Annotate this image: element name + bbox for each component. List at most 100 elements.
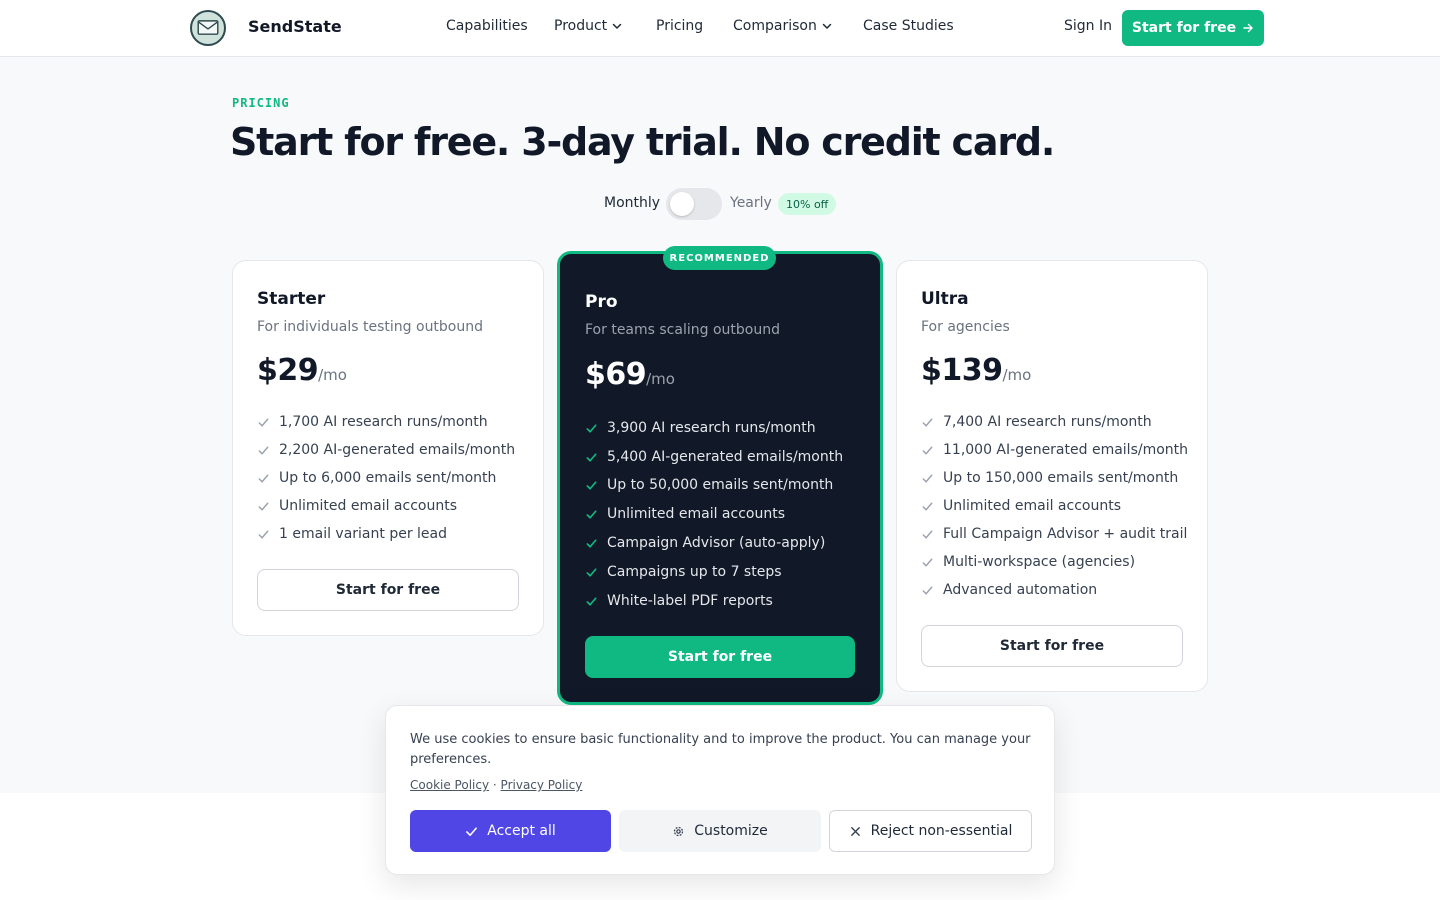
site-header: SendState Capabilities Product Pricing C… bbox=[0, 0, 1440, 57]
feature-item: Unlimited email accounts bbox=[257, 498, 457, 514]
button-label: Customize bbox=[694, 823, 768, 839]
feature-item: Campaigns up to 7 steps bbox=[585, 564, 782, 580]
reject-non-essential-button[interactable]: Reject non-essential bbox=[829, 810, 1032, 852]
billing-toggle[interactable] bbox=[666, 188, 722, 220]
feature-item: 5,400 AI-generated emails/month bbox=[585, 449, 843, 465]
button-label: Start for free bbox=[1131, 20, 1237, 36]
nav-item-comparison[interactable]: Comparison bbox=[733, 18, 833, 34]
plan-price: $29/mo bbox=[257, 353, 347, 388]
price-amount: $69 bbox=[585, 357, 647, 392]
price-period: /mo bbox=[1002, 366, 1032, 384]
nav-label: Product bbox=[554, 18, 608, 34]
privacy-policy-link[interactable]: Privacy Policy bbox=[501, 778, 583, 792]
feature-label: 1,700 AI research runs/month bbox=[279, 414, 488, 430]
brand-name[interactable]: SendState bbox=[248, 17, 342, 36]
check-icon bbox=[586, 596, 597, 606]
cookie-banner: We use cookies to ensure basic functiona… bbox=[385, 705, 1055, 875]
feature-item: Full Campaign Advisor + audit trail bbox=[921, 526, 1187, 542]
nav-item-product[interactable]: Product bbox=[554, 18, 623, 34]
start-free-ultra-button[interactable]: Start for free bbox=[921, 625, 1183, 667]
check-icon bbox=[922, 446, 933, 454]
price-period: /mo bbox=[646, 370, 675, 388]
plan-card-ultra: Ultra For agencies $139/mo 7,400 AI rese… bbox=[896, 260, 1208, 692]
feature-label: 3,900 AI research runs/month bbox=[607, 420, 816, 436]
price-period: /mo bbox=[318, 366, 347, 384]
feature-item: 3,900 AI research runs/month bbox=[585, 420, 816, 436]
feature-label: 7,400 AI research runs/month bbox=[943, 414, 1152, 430]
feature-item: 7,400 AI research runs/month bbox=[921, 414, 1152, 430]
chevron-down-icon bbox=[822, 23, 832, 29]
customize-button[interactable]: Customize bbox=[619, 810, 821, 852]
check-icon bbox=[586, 423, 597, 433]
nav-item-pricing[interactable]: Pricing bbox=[656, 18, 703, 34]
feature-item: Unlimited email accounts bbox=[585, 506, 785, 522]
nav-item-capabilities[interactable]: Capabilities bbox=[446, 18, 528, 34]
feature-item: Up to 6,000 emails sent/month bbox=[257, 470, 496, 486]
feature-label: 5,400 AI-generated emails/month bbox=[607, 449, 844, 465]
cookie-message: We use cookies to ensure basic functiona… bbox=[410, 732, 1031, 767]
feature-label: Up to 6,000 emails sent/month bbox=[279, 470, 497, 486]
check-icon bbox=[586, 452, 597, 462]
billing-yearly-label[interactable]: Yearly bbox=[730, 195, 772, 211]
plan-name: Pro bbox=[585, 292, 618, 312]
check-icon bbox=[922, 474, 933, 482]
feature-label: Unlimited email accounts bbox=[943, 498, 1121, 514]
feature-label: 1 email variant per lead bbox=[279, 526, 447, 542]
feature-label: Unlimited email accounts bbox=[607, 506, 785, 522]
envelope-logo-icon[interactable] bbox=[190, 10, 226, 46]
cookie-policy-link[interactable]: Cookie Policy bbox=[410, 778, 489, 792]
check-icon bbox=[258, 502, 269, 510]
feature-label: Multi-workspace (agencies) bbox=[943, 554, 1136, 570]
sign-in-link[interactable]: Sign In bbox=[1064, 18, 1112, 34]
discount-badge: 10% off bbox=[778, 193, 837, 215]
plan-price: $139/mo bbox=[921, 353, 1031, 388]
plan-name: Starter bbox=[257, 289, 326, 309]
feature-item: 11,000 AI-generated emails/month bbox=[921, 442, 1188, 458]
check-icon bbox=[586, 538, 597, 548]
feature-item: Up to 50,000 emails sent/month bbox=[585, 477, 833, 493]
page-title: Start for free. 3-day trial. No credit c… bbox=[230, 120, 1055, 164]
close-icon bbox=[850, 826, 860, 836]
feature-item: Unlimited email accounts bbox=[921, 498, 1121, 514]
plan-description: For individuals testing outbound bbox=[257, 319, 484, 335]
feature-item: 1,700 AI research runs/month bbox=[257, 414, 488, 430]
feature-item: Campaign Advisor (auto-apply) bbox=[585, 535, 825, 551]
check-icon bbox=[586, 480, 597, 490]
arrow-right-icon bbox=[1243, 23, 1253, 33]
nav-label: Pricing bbox=[656, 18, 704, 34]
plan-description: For teams scaling outbound bbox=[585, 322, 780, 338]
check-icon bbox=[922, 530, 933, 538]
plan-card-pro: Pro For teams scaling outbound $69/mo 3,… bbox=[557, 251, 883, 705]
feature-label: Up to 50,000 emails sent/month bbox=[607, 477, 834, 493]
check-icon bbox=[258, 446, 269, 454]
check-icon bbox=[258, 474, 269, 482]
button-label: Reject non-essential bbox=[870, 823, 1013, 839]
billing-monthly-label[interactable]: Monthly bbox=[604, 195, 660, 211]
start-free-header-button[interactable]: Start for free bbox=[1122, 10, 1264, 46]
price-amount: $29 bbox=[257, 353, 319, 388]
feature-item: 1 email variant per lead bbox=[257, 526, 447, 542]
nav-label: Capabilities bbox=[446, 18, 528, 34]
section-eyebrow: PRICING bbox=[232, 96, 290, 110]
plan-price: $69/mo bbox=[585, 357, 675, 392]
toggle-knob bbox=[670, 192, 694, 216]
price-amount: $139 bbox=[921, 353, 1003, 388]
check-icon bbox=[258, 530, 269, 538]
start-free-starter-button[interactable]: Start for free bbox=[257, 569, 519, 611]
check-icon bbox=[922, 558, 933, 566]
feature-label: Campaigns up to 7 steps bbox=[607, 564, 782, 580]
plan-card-starter: Starter For individuals testing outbound… bbox=[232, 260, 544, 636]
chevron-down-icon bbox=[612, 23, 622, 29]
feature-item: White-label PDF reports bbox=[585, 593, 773, 609]
nav-label: Case Studies bbox=[863, 18, 954, 34]
check-icon bbox=[586, 509, 597, 519]
cookie-links: Cookie Policy · Privacy Policy bbox=[410, 778, 582, 792]
accept-all-button[interactable]: Accept all bbox=[410, 810, 611, 852]
feature-item: 2,200 AI-generated emails/month bbox=[257, 442, 515, 458]
recommended-badge: RECOMMENDED bbox=[663, 246, 776, 270]
button-label: Accept all bbox=[487, 823, 556, 839]
feature-label: White-label PDF reports bbox=[607, 593, 773, 609]
feature-item: Multi-workspace (agencies) bbox=[921, 554, 1135, 570]
nav-item-case-studies[interactable]: Case Studies bbox=[863, 18, 954, 34]
start-free-pro-button[interactable]: Start for free bbox=[585, 636, 855, 678]
